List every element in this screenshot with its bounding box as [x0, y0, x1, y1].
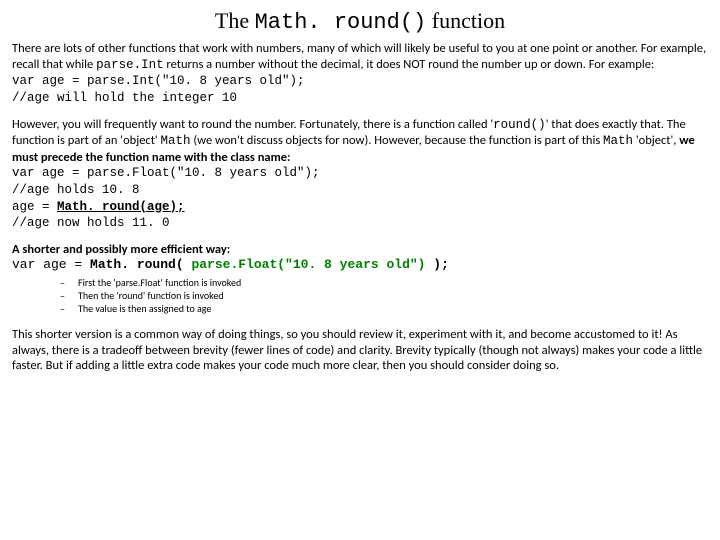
code3-c: parse.Float("10. 8 years old") — [191, 257, 425, 272]
bullet-3-text: The value is then assigned to age — [78, 302, 211, 315]
code2-line3b: Math. round(age); — [57, 200, 185, 214]
paragraph-4: This shorter version is a common way of … — [12, 327, 708, 374]
p2-text-e: (we won't discuss objects for now). Howe… — [191, 133, 604, 148]
code1-line1: var age = parse.Int("10. 8 years old"); — [12, 74, 305, 88]
paragraph-1: There are lots of other functions that w… — [12, 41, 708, 107]
bullet-list: –First the 'parse.Float' function is inv… — [60, 276, 708, 315]
slide: The Math. round() function There are lot… — [0, 0, 720, 540]
dash-icon: – — [60, 302, 78, 315]
title-pre: The — [215, 8, 255, 33]
code3-b: Math. round( — [90, 257, 191, 272]
shorter-way-code: var age = Math. round( parse.Float("10. … — [12, 257, 708, 272]
shorter-way-heading: A shorter and possibly more efficient wa… — [12, 242, 708, 257]
bullet-2: –Then the 'round' function is invoked — [60, 289, 708, 302]
p2-text-g: 'object', — [633, 133, 679, 148]
p1-inline-code: parse.Int — [96, 58, 164, 72]
bullet-1-text: First the 'parse.Float' function is invo… — [78, 276, 241, 289]
p2-code-round: round() — [493, 118, 546, 132]
code2-line4: //age now holds 11. 0 — [12, 216, 170, 230]
code3-d: ); — [425, 257, 448, 272]
code1-line2: //age will hold the integer 10 — [12, 91, 237, 105]
bullet-1: –First the 'parse.Float' function is inv… — [60, 276, 708, 289]
title-code: Math. round() — [255, 10, 427, 35]
page-title: The Math. round() function — [12, 8, 708, 35]
p1-text-c: returns a number without the decimal, it… — [164, 57, 655, 72]
code2-line1: var age = parse.Float("10. 8 years old")… — [12, 166, 320, 180]
p2-code-math2: Math — [603, 134, 633, 148]
bullet-2-text: Then the 'round' function is invoked — [78, 289, 224, 302]
code2-line2: //age holds 10. 8 — [12, 183, 140, 197]
dash-icon: – — [60, 276, 78, 289]
paragraph-2: However, you will frequently want to rou… — [12, 117, 708, 232]
p2-text-a: However, you will frequently want to rou… — [12, 117, 493, 132]
p2-code-math1: Math — [161, 134, 191, 148]
code2-line3a: age = — [12, 200, 57, 214]
title-post: function — [426, 8, 505, 33]
code3-a: var age = — [12, 257, 90, 272]
bullet-3: –The value is then assigned to age — [60, 302, 708, 315]
dash-icon: – — [60, 289, 78, 302]
